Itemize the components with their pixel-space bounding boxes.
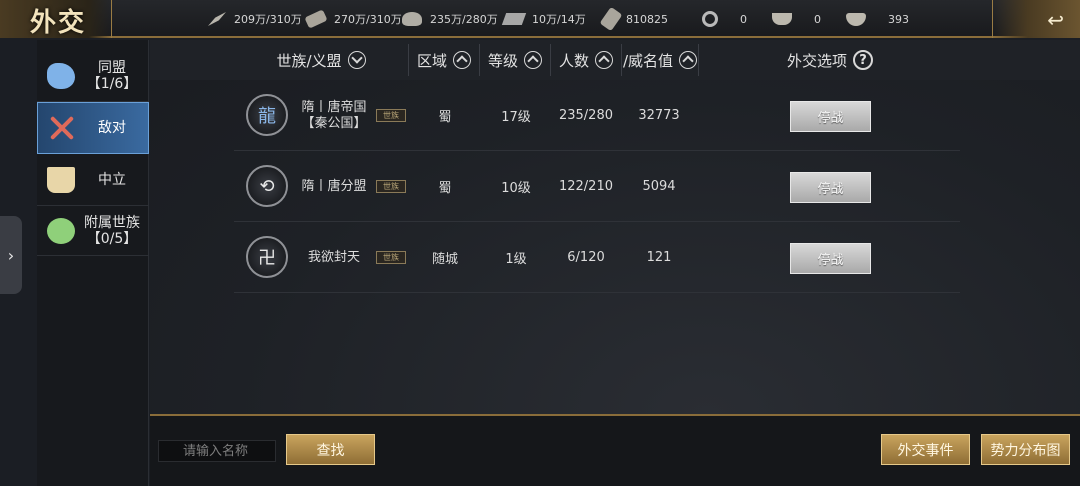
resource-decree: 810825 <box>599 6 668 32</box>
column-header-label: /威名值 <box>622 51 674 70</box>
resource-value: 270万/310万 <box>334 13 402 26</box>
back-arrow-icon: ↩ <box>1047 8 1064 32</box>
level-value: 10级 <box>501 181 531 196</box>
sort-descending-icon <box>347 51 366 69</box>
sidebar-item-label: 同盟 【1/6】 <box>86 59 138 92</box>
resource-copper: 0 <box>702 10 747 28</box>
resource-iron: 10万/14万 <box>501 10 586 28</box>
column-header-label: 外交选项 <box>786 51 847 70</box>
search-button[interactable]: 查找 <box>286 434 375 465</box>
resource-value: 209万/310万 <box>234 13 302 26</box>
iron-icon <box>501 13 527 25</box>
column-header-prestige[interactable]: /威名值 <box>622 40 698 80</box>
stone-icon <box>402 12 422 26</box>
clan-emblem-icon[interactable]: ⟲ <box>246 165 288 207</box>
members-value: 6/120 <box>567 250 605 265</box>
resource-value: 235万/280万 <box>430 13 498 26</box>
ceasefire-button[interactable]: 停战 <box>790 101 871 132</box>
level-value: 1级 <box>505 252 527 267</box>
sort-ascending-icon <box>524 51 542 69</box>
column-header-level[interactable]: 等级 <box>480 40 550 80</box>
copper-coin-icon <box>702 11 718 27</box>
resource-jade: 393 <box>846 10 909 28</box>
diplomacy-events-button[interactable]: 外交事件 <box>881 434 970 465</box>
help-icon[interactable]: ? <box>853 50 873 70</box>
column-divider <box>698 44 699 76</box>
sidebar-item-vassal[interactable]: 附属世族 【0/5】 <box>37 206 149 256</box>
expand-panel-tab[interactable]: › <box>0 216 22 294</box>
prestige-value: 121 <box>646 250 672 265</box>
clan-type-badge: 世族 <box>376 180 406 193</box>
sort-ascending-icon <box>595 51 613 69</box>
chevron-right-icon: › <box>7 245 15 265</box>
region-value: 蜀 <box>438 181 452 196</box>
vassal-icon <box>47 217 75 244</box>
page-title: 外交 <box>0 0 112 38</box>
resource-value: 0 <box>740 12 747 26</box>
ceasefire-button[interactable]: 停战 <box>790 172 871 203</box>
diplomacy-table-panel: 世族/义盟 区域 等级 人数 /威名值 外交选项 ? 龍 隋丨唐帝国 【秦公国】… <box>150 40 1080 414</box>
prestige-value: 32773 <box>638 108 680 123</box>
column-header-label: 等级 <box>487 51 518 70</box>
clan-name: 隋丨唐分盟 <box>301 178 367 194</box>
members-value: 122/210 <box>558 179 613 194</box>
grain-icon <box>208 12 226 26</box>
members-value: 235/280 <box>558 108 613 123</box>
resource-value: 0 <box>814 12 821 26</box>
resource-grain: 209万/310万 <box>208 10 302 28</box>
resource-wood: 270万/310万 <box>304 9 402 29</box>
neutral-banner-icon <box>47 166 75 193</box>
resource-gold: 0 <box>772 10 821 28</box>
column-header-options: 外交选项 ? <box>750 40 910 80</box>
sort-ascending-icon <box>453 51 471 69</box>
clan-type-badge: 世族 <box>376 109 406 122</box>
sidebar-item-label: 敌对 <box>98 120 126 136</box>
top-bar: 外交 209万/310万 270万/310万 235万/280万 10万/14万… <box>0 0 1080 38</box>
crossed-swords-icon <box>48 115 76 141</box>
ceasefire-button[interactable]: 停战 <box>790 243 871 274</box>
clan-type-badge: 世族 <box>376 251 406 264</box>
ally-icon <box>47 62 75 89</box>
search-input[interactable] <box>158 440 276 462</box>
jade-bowl-icon <box>846 12 866 26</box>
sort-ascending-icon <box>679 51 698 69</box>
region-value: 蜀 <box>438 110 452 125</box>
page-title-text: 外交 <box>30 8 87 38</box>
resource-value: 810825 <box>626 12 668 26</box>
column-header-label: 区域 <box>416 51 447 70</box>
clan-name: 我欲封天 <box>307 249 360 265</box>
sidebar-item-label: 附属世族 【0/5】 <box>84 214 140 247</box>
back-button[interactable]: ↩ <box>992 0 1080 38</box>
clan-emblem-icon[interactable]: 龍 <box>246 94 288 136</box>
clan-name: 隋丨唐帝国 【秦公国】 <box>301 99 367 131</box>
level-value: 17级 <box>501 110 531 125</box>
sidebar-item-alliance[interactable]: 同盟 【1/6】 <box>37 50 149 102</box>
power-map-button[interactable]: 势力分布图 <box>981 434 1070 465</box>
sidebar-item-label: 中立 <box>98 171 126 188</box>
resource-value: 393 <box>888 12 909 26</box>
column-header-members[interactable]: 人数 <box>551 40 621 80</box>
region-value: 随城 <box>431 252 458 267</box>
clan-emblem-icon[interactable]: 卍 <box>246 236 288 278</box>
sidebar-item-neutral[interactable]: 中立 <box>37 154 149 206</box>
decree-icon <box>599 6 623 32</box>
column-header-label: 人数 <box>558 51 589 70</box>
prestige-value: 5094 <box>642 179 676 194</box>
resource-value: 10万/14万 <box>532 13 586 26</box>
wood-icon <box>304 9 328 29</box>
table-row: 卍 我欲封天 世族 随城 1级 6/120 121 停战 <box>234 222 960 293</box>
column-header-clan[interactable]: 世族/义盟 <box>234 40 408 80</box>
table-row: ⟲ 隋丨唐分盟 世族 蜀 10级 122/210 5094 停战 <box>234 151 960 222</box>
diplomacy-sidebar: 同盟 【1/6】 敌对 中立 附属世族 【0/5】 <box>37 40 149 486</box>
sidebar-item-hostile[interactable]: 敌对 <box>37 102 149 154</box>
gold-ingot-icon <box>772 13 792 25</box>
column-header-label: 世族/义盟 <box>276 51 342 70</box>
column-header-region[interactable]: 区域 <box>409 40 479 80</box>
table-header: 世族/义盟 区域 等级 人数 /威名值 外交选项 ? <box>150 40 1080 80</box>
resource-stone: 235万/280万 <box>402 10 498 28</box>
bottom-bar: 查找 外交事件 势力分布图 <box>150 414 1080 486</box>
table-row: 龍 隋丨唐帝国 【秦公国】 世族 蜀 17级 235/280 32773 停战 <box>234 80 960 151</box>
